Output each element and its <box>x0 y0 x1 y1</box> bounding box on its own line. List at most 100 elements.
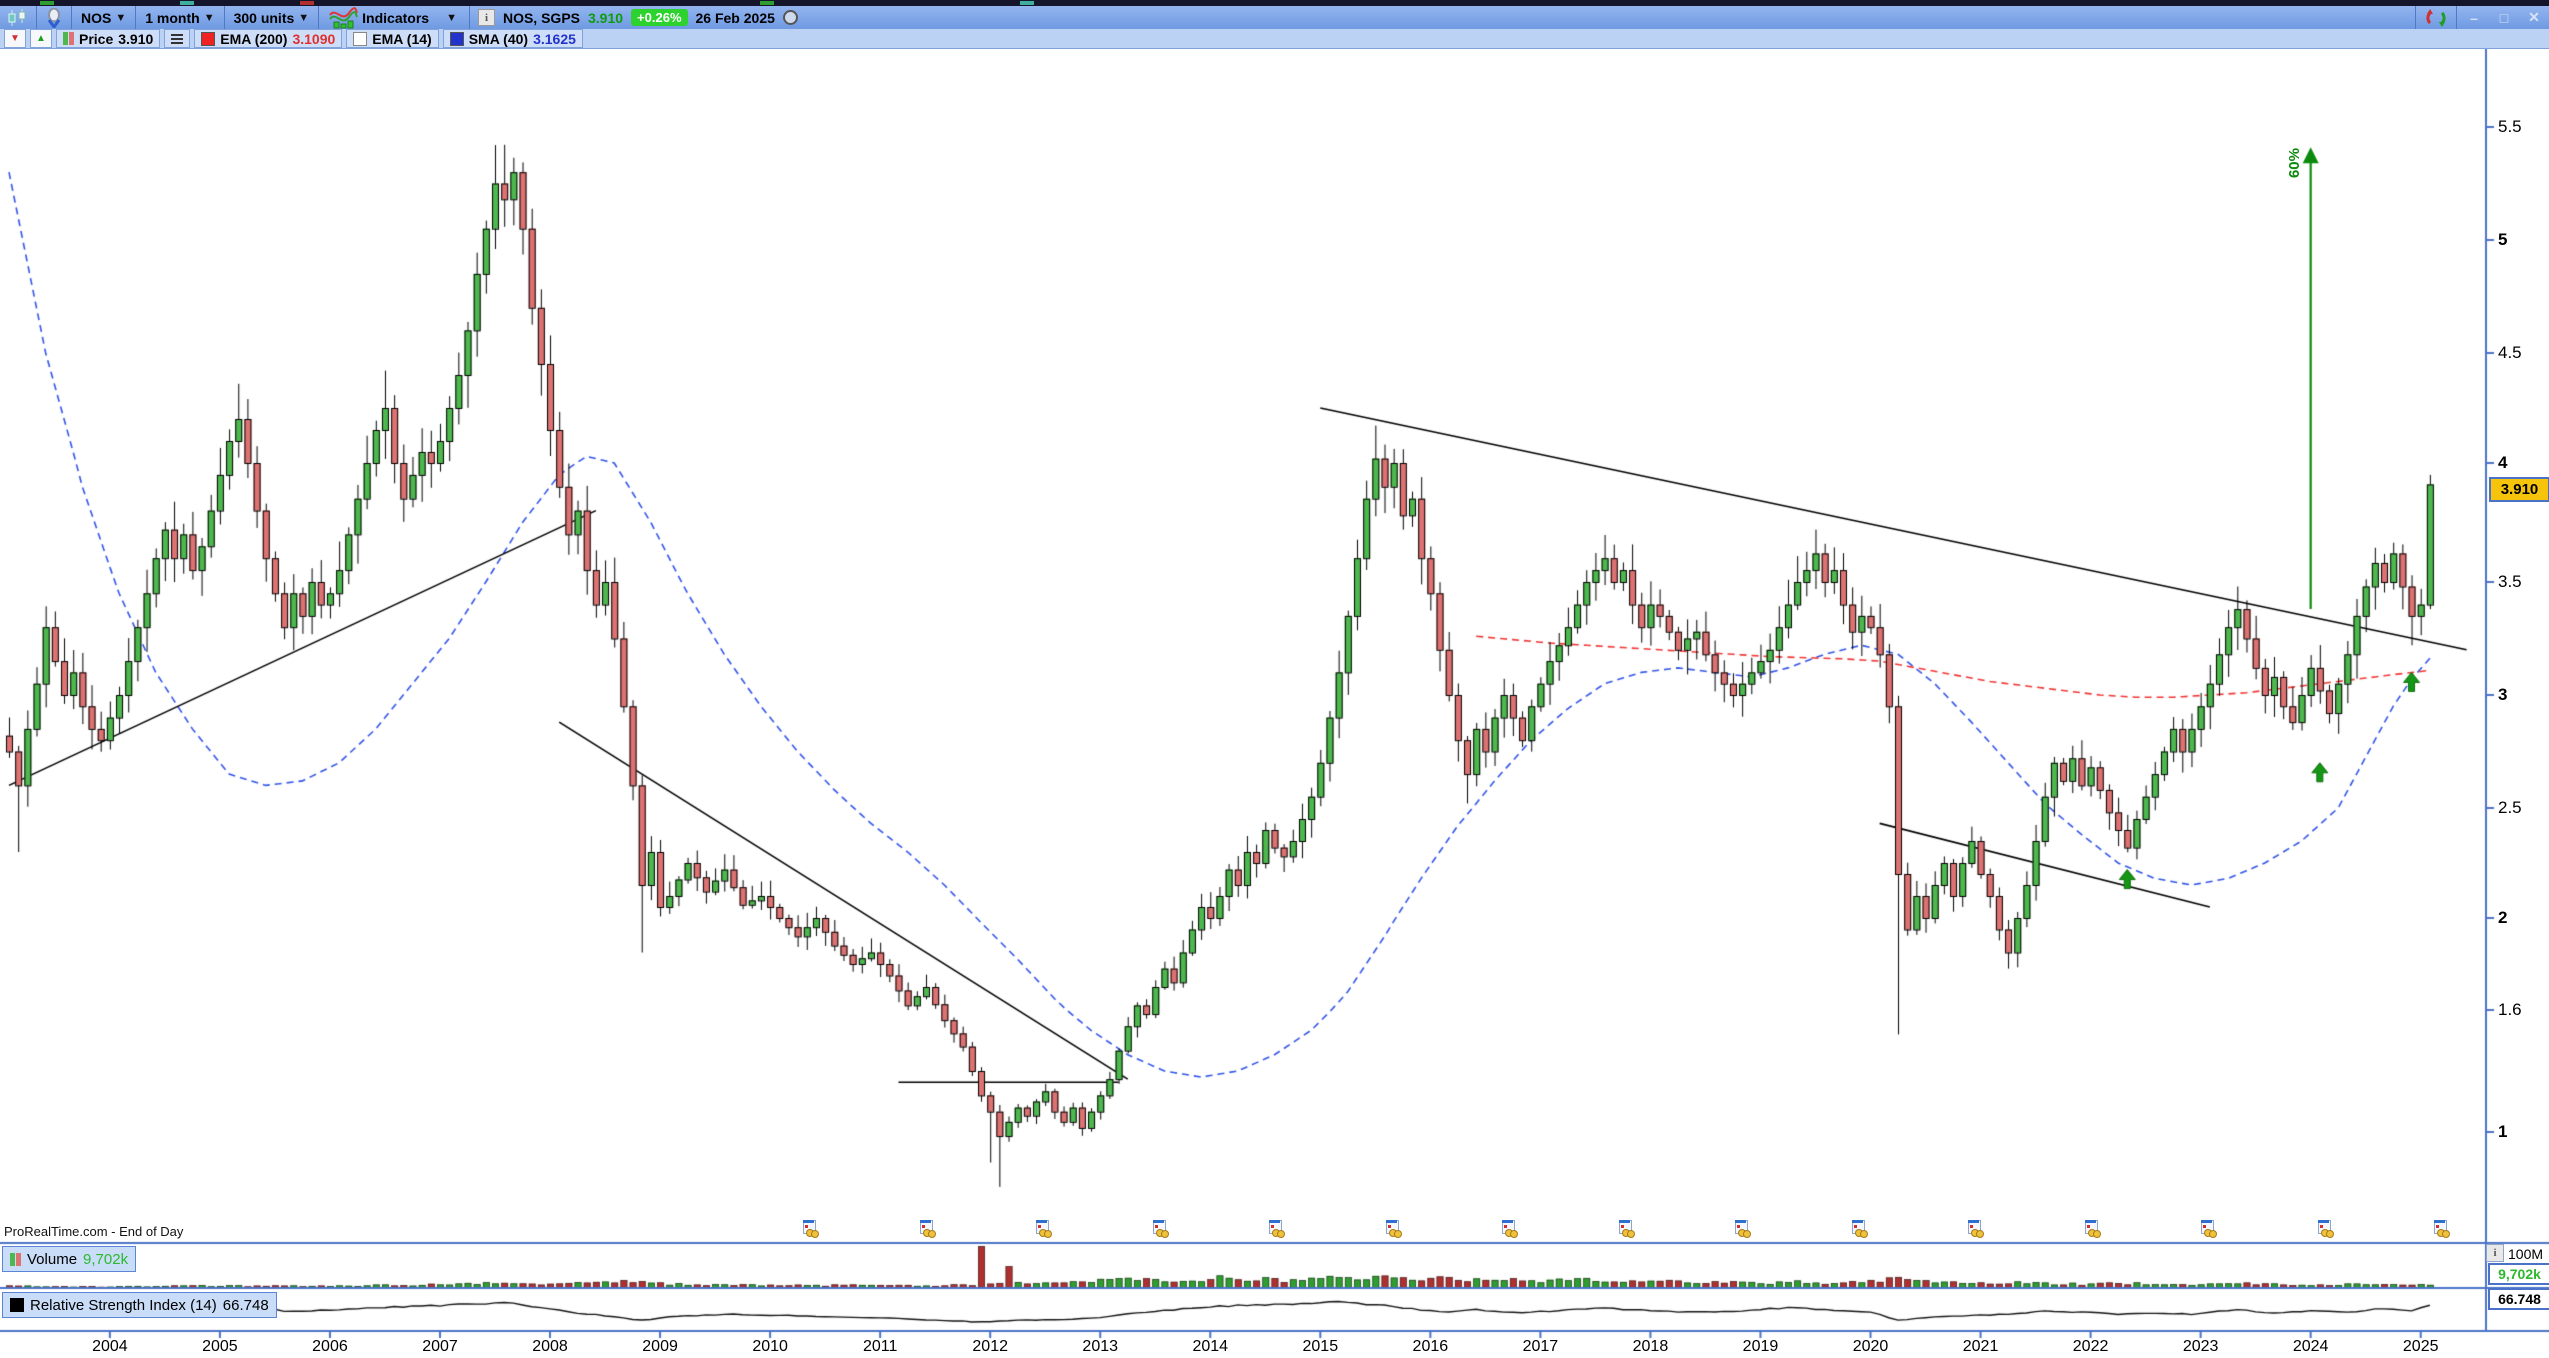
price-axis-tick-label: 2.5 <box>2498 798 2522 818</box>
ema200-color-swatch <box>201 32 215 46</box>
units-dropdown-label: 300 units <box>234 10 295 26</box>
arrow-up-icon: ▲ <box>36 33 46 44</box>
chevron-down-icon: ▼ <box>298 12 309 24</box>
indicators-more-dropdown[interactable]: ▼ <box>436 6 467 29</box>
refresh-button[interactable] <box>2418 6 2454 29</box>
strip-speck <box>760 1 774 5</box>
time-axis-year-label: 2018 <box>1633 1338 1669 1356</box>
move-pane-up-button[interactable]: ▲ <box>30 29 52 48</box>
sma40-legend-value: 3.1625 <box>533 31 576 47</box>
sma40-legend-chip[interactable]: SMA (40) 3.1625 <box>443 29 583 48</box>
chart-type-button[interactable] <box>0 6 34 29</box>
toolbar-separator <box>36 6 37 29</box>
ticker-date: 26 Feb 2025 <box>696 10 775 26</box>
pane-info-button[interactable]: i <box>2486 1244 2504 1262</box>
timeframe-dropdown[interactable]: 1 month ▼ <box>138 6 221 29</box>
dividend-calendar-icon <box>1852 1220 1866 1236</box>
timeframe-dropdown-label: 1 month <box>145 10 199 26</box>
volume-series-icon <box>10 1253 21 1266</box>
price-axis-tick-label: 3 <box>2498 685 2507 705</box>
arrow-down-icon: ▼ <box>10 33 20 44</box>
time-axis-year-label: 2011 <box>863 1338 897 1356</box>
ema200-legend-label: EMA (200) <box>220 31 287 47</box>
rsi-pane-chip[interactable]: Relative Strength Index (14) 66.748 <box>2 1292 277 1318</box>
indicators-icon <box>328 7 358 29</box>
dividend-calendar-icon <box>1735 1220 1749 1236</box>
volume-scale-max-label: 100M <box>2508 1246 2543 1262</box>
price-chart-canvas[interactable] <box>0 0 2549 1358</box>
toolbar-separator <box>469 6 470 29</box>
strip-speck <box>40 1 54 5</box>
dividend-calendar-icon <box>1036 1220 1050 1236</box>
time-axis-year-label: 2025 <box>2403 1338 2439 1356</box>
pin-symbol-button[interactable] <box>39 6 69 29</box>
dividend-calendar-icon <box>2201 1220 2215 1236</box>
price-legend-chip[interactable]: Price 3.910 <box>56 29 160 48</box>
price-settings-chip[interactable] <box>164 29 190 48</box>
rsi-pane-label: Relative Strength Index (14) <box>30 1297 217 1314</box>
ema14-color-swatch <box>353 32 367 46</box>
volume-value-badge: 9,702k <box>2488 1263 2549 1285</box>
ema14-legend-chip[interactable]: EMA (14) <box>346 29 438 48</box>
dividend-calendar-icon <box>1386 1220 1400 1236</box>
rsi-value-badge: 66.748 <box>2488 1288 2549 1310</box>
ticker-last-price: 3.910 <box>588 10 623 26</box>
time-axis-year-label: 2020 <box>1853 1338 1889 1356</box>
price-axis-tick-label: 5.5 <box>2498 117 2522 137</box>
price-legend-value: 3.910 <box>118 31 153 47</box>
minimize-button[interactable]: – <box>2459 6 2489 29</box>
price-axis-tick-label: 1.6 <box>2498 1000 2522 1020</box>
list-settings-icon <box>171 34 183 44</box>
toolbar-separator <box>2415 6 2416 29</box>
dividend-calendar-icon <box>2085 1220 2099 1236</box>
dividend-calendar-icon <box>803 1220 817 1236</box>
time-axis-year-label: 2021 <box>1963 1338 1999 1356</box>
time-axis-year-label: 2006 <box>312 1338 348 1356</box>
price-axis-tick-label: 4.5 <box>2498 343 2522 363</box>
time-axis-year-label: 2023 <box>2183 1338 2219 1356</box>
sma40-legend-label: SMA (40) <box>469 31 528 47</box>
sma40-color-swatch <box>450 32 464 46</box>
price-axis-tick-label: 1 <box>2498 1122 2507 1142</box>
dividend-calendar-icon <box>1502 1220 1516 1236</box>
candlestick-icon <box>5 9 29 27</box>
price-axis-tick-label: 3.5 <box>2498 572 2522 592</box>
chevron-down-icon: ▼ <box>446 12 457 24</box>
time-axis-year-label: 2017 <box>1523 1338 1559 1356</box>
time-axis-year-label: 2019 <box>1743 1338 1779 1356</box>
ema200-legend-chip[interactable]: EMA (200) 3.1090 <box>194 29 342 48</box>
toolbar-separator <box>318 6 319 29</box>
symbol-dropdown-label: NOS <box>81 10 111 26</box>
window-controls: – □ ✕ <box>2413 6 2549 29</box>
move-pane-down-button[interactable]: ▼ <box>4 29 26 48</box>
refresh-icon <box>2426 9 2446 27</box>
volume-pane-chip[interactable]: Volume 9,702k <box>2 1246 136 1272</box>
time-axis-year-label: 2024 <box>2293 1338 2329 1356</box>
time-axis-year-label: 2022 <box>2073 1338 2109 1356</box>
strip-speck <box>300 1 314 5</box>
time-axis-year-label: 2010 <box>752 1338 788 1356</box>
units-dropdown[interactable]: 300 units ▼ <box>227 6 317 29</box>
session-status-icon <box>783 10 798 25</box>
price-legend-label: Price <box>79 31 113 47</box>
ticker-info: i NOS, SGPS 3.910 +0.26% 26 Feb 2025 <box>478 9 798 26</box>
rsi-pane-value: 66.748 <box>223 1297 269 1314</box>
pin-icon <box>45 8 63 28</box>
main-toolbar: NOS ▼ 1 month ▼ 300 units ▼ Indicators ▼… <box>0 6 2549 30</box>
close-button[interactable]: ✕ <box>2519 6 2549 29</box>
indicators-button[interactable]: Indicators <box>321 6 436 29</box>
price-series-icon <box>63 32 74 45</box>
rsi-color-swatch <box>10 1298 24 1312</box>
price-axis-tick-label: 5 <box>2498 230 2507 250</box>
dividend-calendar-icon <box>2434 1220 2448 1236</box>
price-axis-tick-label: 2 <box>2498 908 2507 928</box>
time-axis-year-label: 2012 <box>972 1338 1008 1356</box>
time-axis-year-label: 2016 <box>1413 1338 1449 1356</box>
watermark-end-of-day: ProRealTime.com - End of Day <box>4 1224 183 1239</box>
instrument-info-icon[interactable]: i <box>478 9 495 26</box>
indicators-button-label: Indicators <box>362 10 429 26</box>
time-axis-year-label: 2005 <box>202 1338 238 1356</box>
time-axis-year-label: 2008 <box>532 1338 568 1356</box>
maximize-button[interactable]: □ <box>2489 6 2519 29</box>
symbol-dropdown[interactable]: NOS ▼ <box>74 6 133 29</box>
